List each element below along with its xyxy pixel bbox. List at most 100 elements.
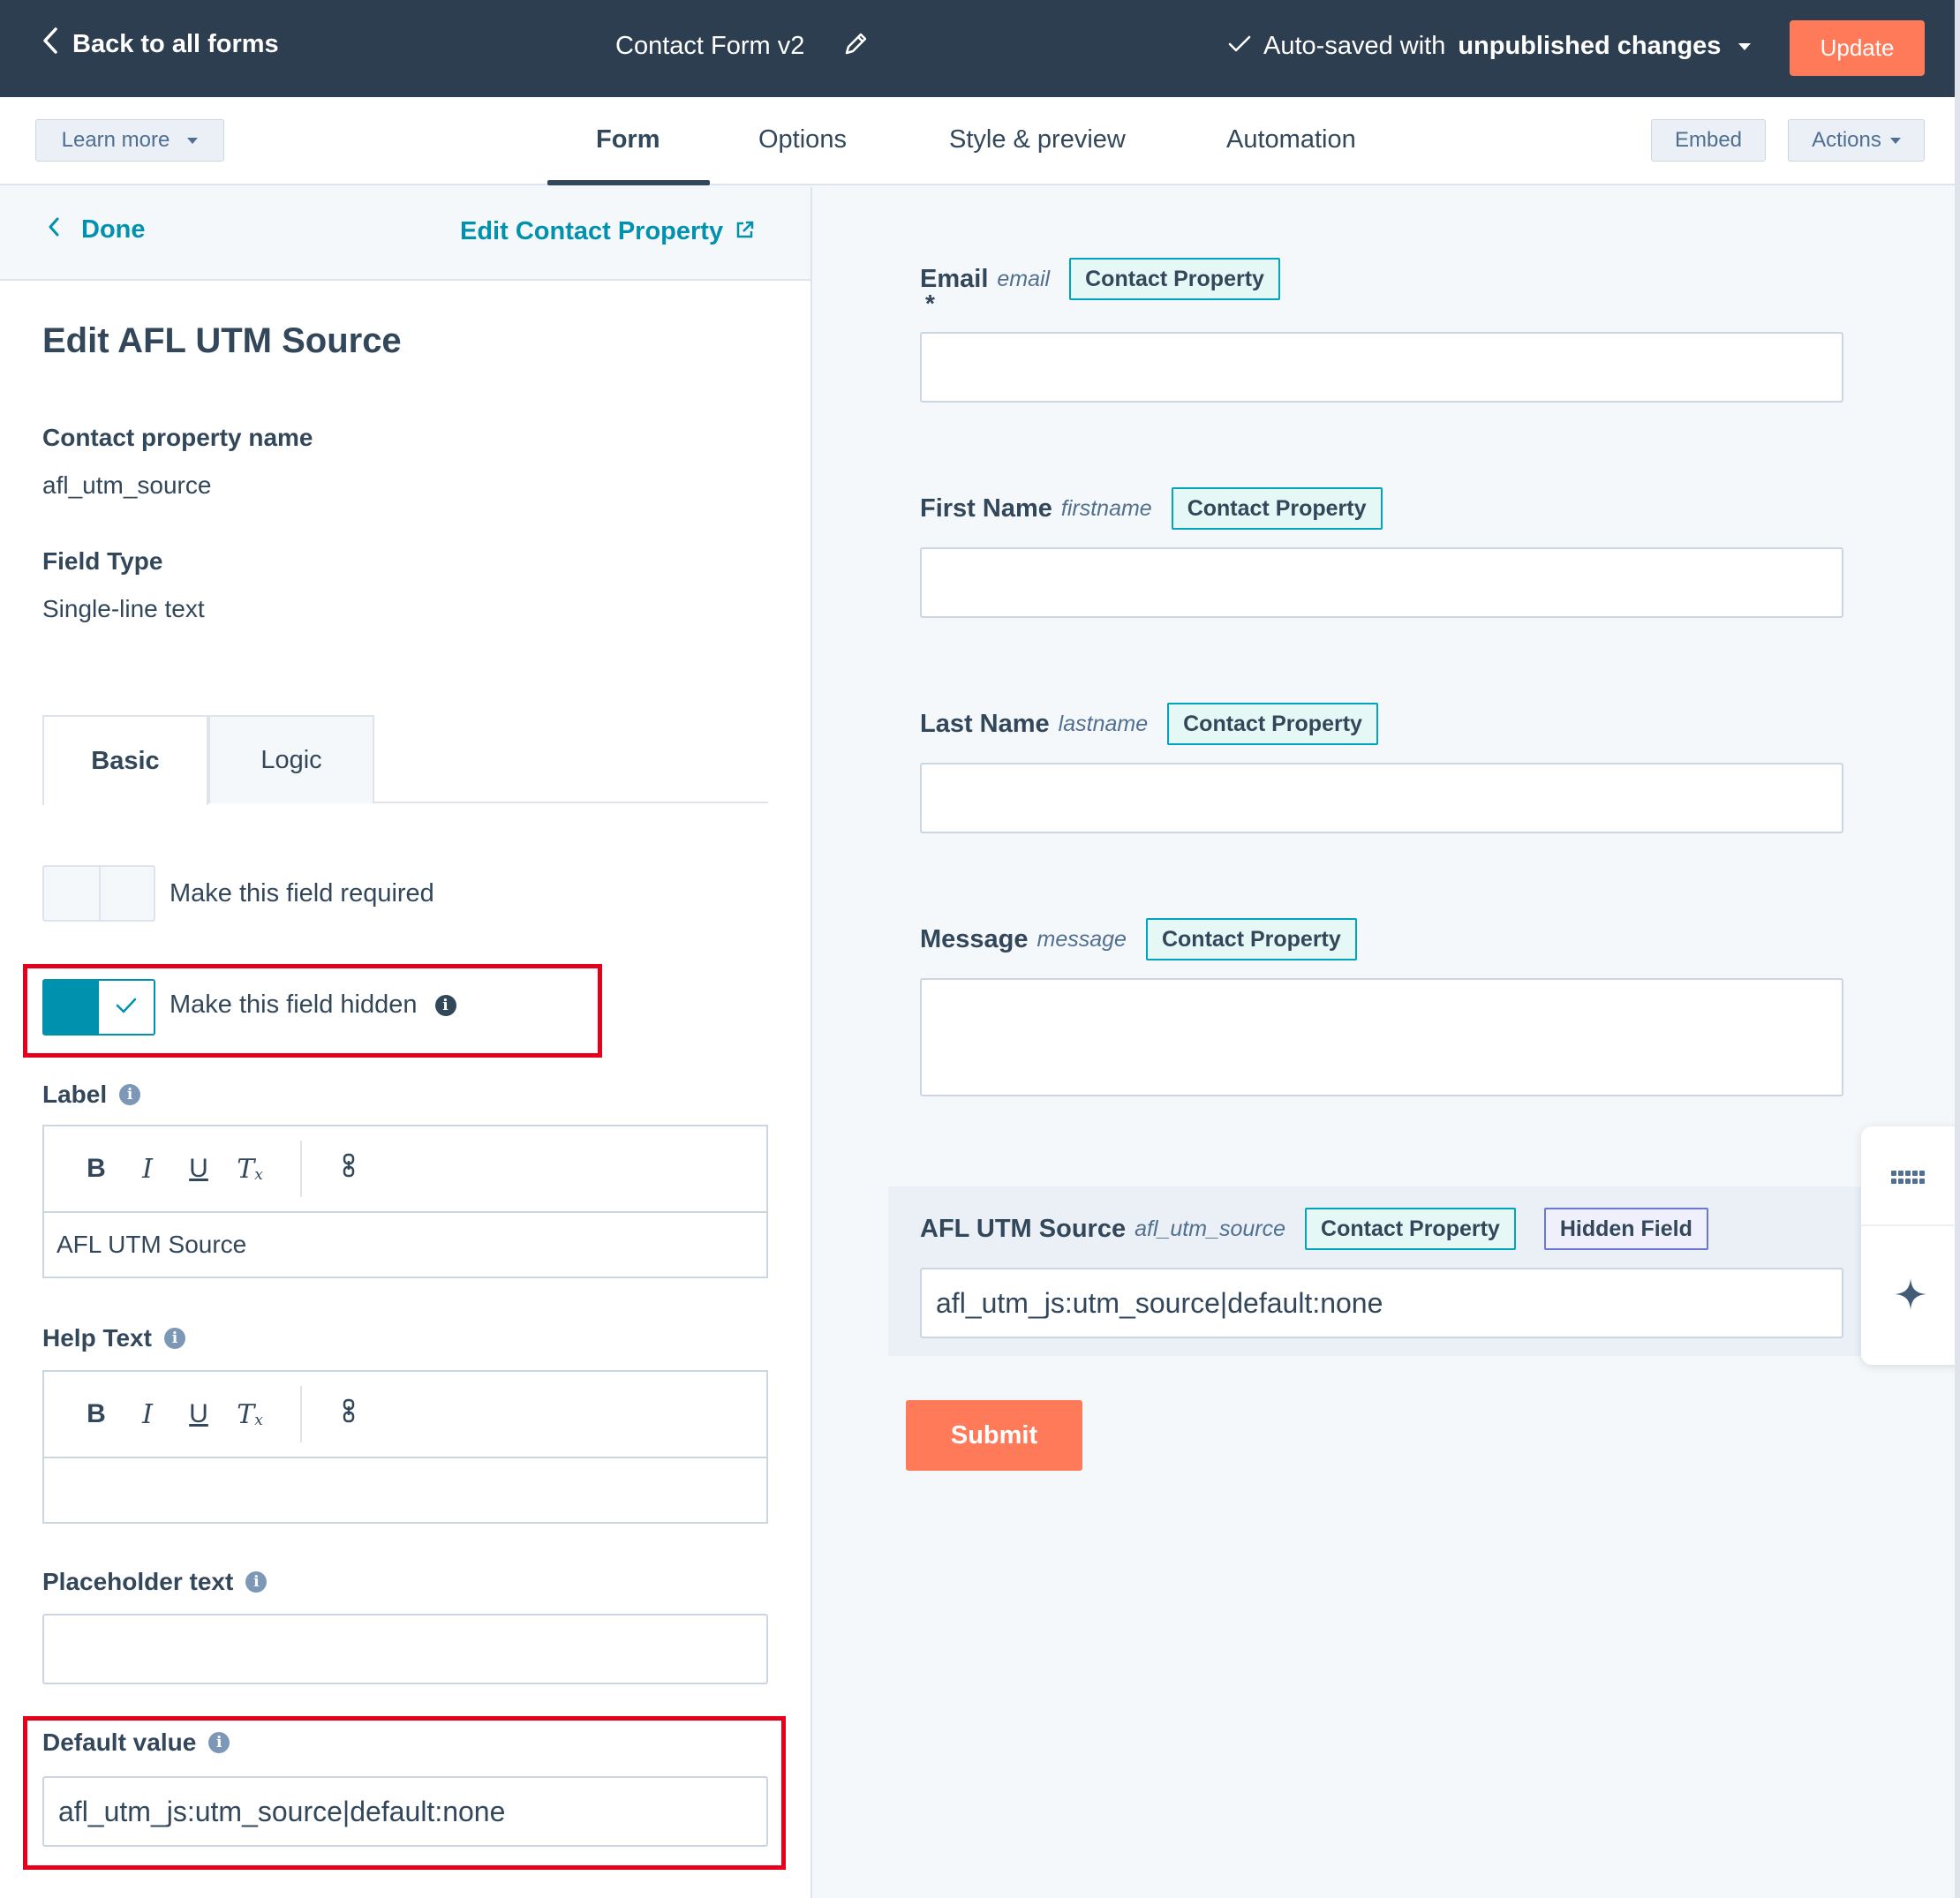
help-text-editor-content[interactable] [44,1458,766,1522]
clear-format-t: T [237,1153,255,1185]
external-link-icon [735,217,755,246]
sparkle-icon[interactable] [1893,1277,1928,1316]
subtab-logic[interactable]: Logic [208,715,374,803]
default-value-heading: Default value i [42,1729,230,1757]
underline-button[interactable]: U [173,1147,224,1191]
label-editor-toolbar: B I U Tx [44,1126,766,1213]
info-icon[interactable]: i [245,1571,268,1593]
pencil-icon[interactable] [843,30,870,61]
field-type-label: Field Type [42,547,163,575]
link-button[interactable] [323,1147,374,1191]
afl-utm-source-field-label[interactable]: AFL UTM Source afl_utm_source Contact Pr… [920,1208,1708,1250]
placeholder-heading: Placeholder text i [42,1568,268,1596]
label-heading: Label i [42,1081,141,1109]
autosave-state: unpublished changes [1458,32,1722,60]
scrollbar[interactable] [1955,0,1960,1898]
info-icon[interactable]: i [163,1328,185,1349]
active-tab-indicator [547,180,710,185]
edit-contact-property-link[interactable]: Edit Contact Property [460,217,755,246]
top-bar: Back to all forms Contact Form v2 Auto-s… [0,0,1955,97]
required-asterisk: * [925,290,935,317]
widget-divider [1861,1224,1960,1226]
info-icon[interactable]: i [119,1084,141,1105]
caret-down-icon [1738,42,1752,50]
placeholder-input[interactable] [42,1614,768,1684]
edit-field-panel: Done Edit Contact Property Edit AFL UTM … [0,187,812,1898]
toolbar-divider [300,1386,302,1442]
actions-label: Actions [1812,128,1881,152]
done-link[interactable]: Done [48,215,146,245]
clear-format-button[interactable]: Tx [224,1392,275,1436]
learn-more-dropdown[interactable]: Learn more [35,119,224,162]
caret-down-icon [1889,137,1901,144]
firstname-field-label[interactable]: First Name firstname Contact Property [920,487,1383,530]
link-icon [342,1398,356,1430]
help-text-editor: B I U Tx [42,1370,768,1524]
tab-automation[interactable]: Automation [1226,125,1356,154]
toggle-knob [99,867,154,920]
lastname-label: Last Name [920,709,1050,738]
tab-style-preview[interactable]: Style & preview [949,125,1126,154]
help-editor-toolbar: B I U Tx [44,1372,766,1458]
afl-utm-source-input[interactable]: afl_utm_js:utm_source|default:none [920,1268,1843,1338]
placeholder-heading-text: Placeholder text [42,1568,234,1595]
lastname-input[interactable] [920,763,1843,833]
message-field-label[interactable]: Message message Contact Property [920,918,1357,960]
field-type-heading: Field Type [42,547,162,576]
required-toggle[interactable] [42,865,155,922]
panel-title: Edit AFL UTM Source [42,321,402,360]
subtab-basic[interactable]: Basic [42,715,208,805]
apps-grid-icon[interactable] [1891,1171,1925,1184]
property-name-label: Contact property name [42,424,313,451]
lastname-field-label[interactable]: Last Name lastname Contact Property [920,703,1378,745]
info-icon[interactable]: i [434,994,456,1016]
autosave-status[interactable]: Auto-saved with unpublished changes [1228,32,1752,61]
form-name: Contact Form v2 [615,32,805,60]
message-label: Message [920,924,1029,953]
actions-dropdown[interactable]: Actions [1788,119,1925,162]
firstname-input[interactable] [920,547,1843,618]
side-widget [1861,1126,1960,1365]
italic-button[interactable]: I [122,1147,173,1191]
tab-form[interactable]: Form [596,125,660,154]
tab-options[interactable]: Options [758,125,847,154]
sub-navigation: Learn more Form Options Style & preview … [0,97,1955,185]
clear-format-button[interactable]: Tx [224,1147,275,1191]
toolbar-divider [300,1141,302,1197]
afl-utm-source-internal-name: afl_utm_source [1135,1216,1286,1241]
hidden-toggle[interactable] [42,979,155,1036]
done-label: Done [81,215,146,244]
bold-button[interactable]: B [71,1392,122,1436]
chevron-left-icon [48,215,60,245]
autosave-prefix: Auto-saved with [1263,32,1446,60]
learn-more-label: Learn more [61,128,170,152]
firstname-label: First Name [920,493,1052,523]
email-input[interactable] [920,332,1843,403]
help-text-heading-text: Help Text [42,1324,152,1352]
email-field-label[interactable]: Email email Contact Property [920,258,1280,300]
info-icon[interactable]: i [208,1732,230,1753]
contact-property-badge: Contact Property [1171,487,1383,530]
underline-button[interactable]: U [173,1392,224,1436]
label-editor-content[interactable]: AFL UTM Source [44,1213,766,1277]
clear-format-x: x [254,1166,263,1184]
email-internal-name: email [997,266,1051,291]
italic-button[interactable]: I [122,1392,173,1436]
toggle-track [44,981,99,1034]
panel-header: Done Edit Contact Property [0,187,810,281]
caret-down-icon [187,137,199,144]
contact-property-badge: Contact Property [1145,918,1357,960]
link-button[interactable] [323,1392,374,1436]
message-textarea[interactable] [920,978,1843,1096]
required-label: Make this field required [170,879,434,908]
bold-button[interactable]: B [71,1147,122,1191]
clear-format-t: T [237,1398,255,1430]
default-value-input[interactable]: afl_utm_js:utm_source|default:none [42,1776,768,1847]
label-heading-text: Label [42,1081,108,1108]
embed-button[interactable]: Embed [1651,119,1766,162]
back-to-forms-link[interactable]: Back to all forms [42,26,279,62]
hidden-label-text: Make this field hidden [170,990,418,1019]
update-button[interactable]: Update [1790,20,1925,76]
submit-button[interactable]: Submit [906,1400,1082,1471]
contact-property-badge: Contact Property [1069,258,1280,300]
